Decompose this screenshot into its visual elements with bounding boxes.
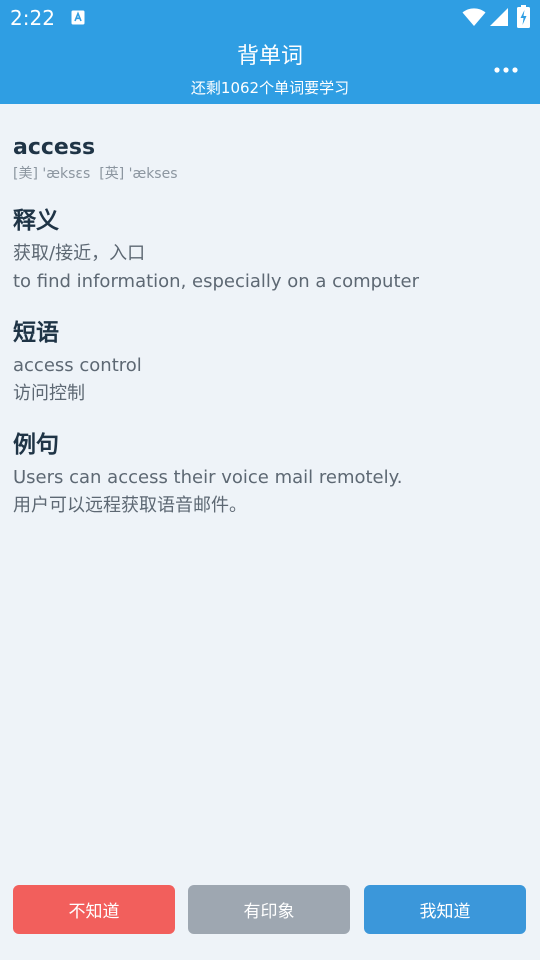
remaining-words-subtitle: 还剩1062个单词要学习 <box>190 79 350 97</box>
app-header: 2:22 背单词 还剩1062个单词要学习 <box>0 0 540 104</box>
battery-charging-icon <box>517 5 530 28</box>
know-it-button[interactable]: 我知道 <box>364 885 526 934</box>
phonetic-row: [美] 'æksɛs [英] 'ækses <box>13 164 527 184</box>
example-section: 例句 Users can access their voice mail rem… <box>13 430 527 520</box>
example-line: Users can access their voice mail remote… <box>13 467 403 488</box>
status-time: 2:22 <box>10 6 55 30</box>
meaning-line: 获取/接近，入口 <box>13 243 146 264</box>
more-dots-icon <box>494 67 518 73</box>
meaning-section: 释义 获取/接近，入口 to find information, especia… <box>13 206 527 296</box>
word-card: access [美] 'æksɛs [英] 'ækses 释义 获取/接近，入口 … <box>13 134 527 520</box>
more-options-button[interactable] <box>486 56 526 84</box>
phrase-title: 短语 <box>13 320 59 346</box>
app-screen: 2:22 背单词 还剩1062个单词要学习 access [美] 'æksɛs … <box>0 0 540 960</box>
wifi-icon <box>462 8 486 26</box>
vague-memory-button[interactable]: 有印象 <box>188 885 350 934</box>
phonetic-us: [美] 'æksɛs <box>13 166 91 182</box>
phonetic-uk: [英] 'ækses <box>99 166 178 182</box>
phrase-section: 短语 access control 访问控制 <box>13 318 527 408</box>
phrase-line: access control <box>13 355 142 376</box>
page-title: 背单词 <box>236 44 303 69</box>
app-notification-icon <box>71 10 85 25</box>
example-line: 用户可以远程获取语音邮件。 <box>13 495 247 516</box>
word-text: access <box>13 135 96 160</box>
dont-know-button[interactable]: 不知道 <box>13 885 175 934</box>
phrase-line: 访问控制 <box>13 383 85 404</box>
meaning-line: to find information, especially on a com… <box>13 271 419 292</box>
example-title: 例句 <box>13 432 59 458</box>
meaning-title: 释义 <box>13 208 59 234</box>
status-bar: 2:22 <box>0 0 540 36</box>
cell-signal-icon <box>490 8 508 26</box>
